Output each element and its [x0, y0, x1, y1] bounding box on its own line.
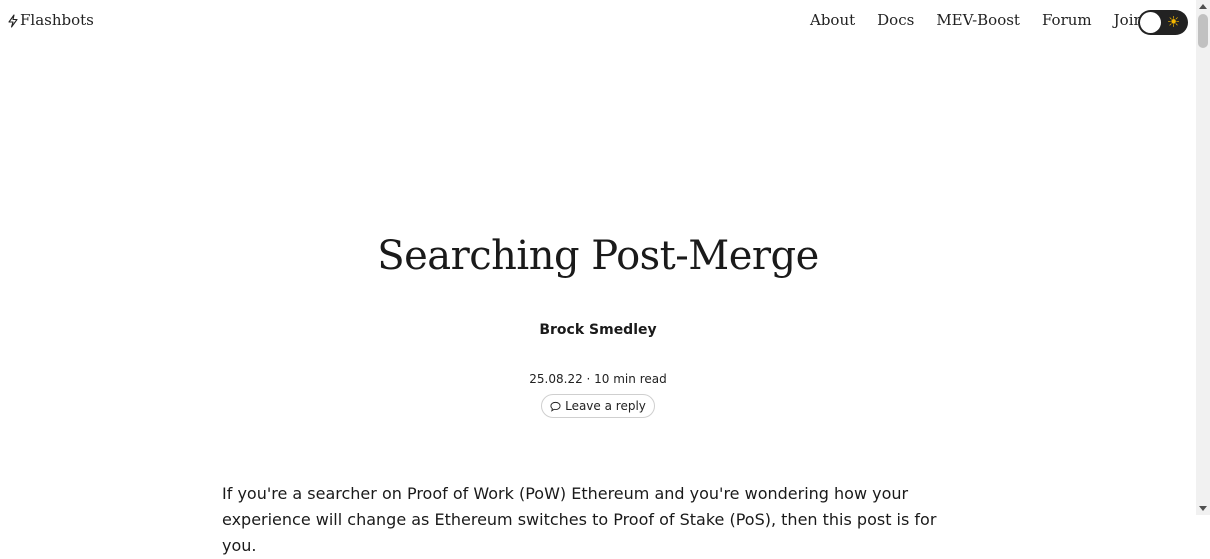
scroll-down-arrow-icon[interactable]	[1199, 506, 1207, 511]
post-author: Brock Smedley	[539, 322, 657, 338]
speech-bubble-icon	[550, 401, 561, 412]
sun-icon: ☀	[1166, 13, 1181, 31]
nav-link-forum[interactable]: Forum	[1042, 11, 1092, 29]
vertical-scrollbar[interactable]	[1196, 0, 1210, 515]
theme-toggle[interactable]: ☀	[1138, 10, 1188, 35]
brand-logo-link[interactable]: Flashbots	[7, 11, 94, 29]
toggle-knob	[1140, 12, 1161, 33]
reply-container: Leave a reply	[0, 394, 1196, 418]
post-title: Searching Post-Merge	[377, 233, 819, 279]
nav-link-about[interactable]: About	[810, 11, 855, 29]
nav-link-mev-boost[interactable]: MEV-Boost	[936, 11, 1020, 29]
lightning-icon	[8, 14, 18, 28]
brand-name: Flashbots	[20, 11, 94, 29]
post-intro-paragraph: If you're a searcher on Proof of Work (P…	[222, 484, 937, 555]
leave-reply-label: Leave a reply	[565, 399, 646, 413]
leave-reply-button[interactable]: Leave a reply	[541, 394, 655, 418]
post-meta: 25.08.22 · 10 min read	[529, 372, 667, 386]
nav-links: About Docs MEV-Boost Forum Join us	[810, 11, 1165, 29]
scrollbar-thumb[interactable]	[1198, 14, 1208, 48]
nav-link-docs[interactable]: Docs	[877, 11, 914, 29]
scroll-up-arrow-icon[interactable]	[1199, 4, 1207, 9]
top-nav: Flashbots About Docs MEV-Boost Forum Joi…	[0, 0, 1196, 44]
